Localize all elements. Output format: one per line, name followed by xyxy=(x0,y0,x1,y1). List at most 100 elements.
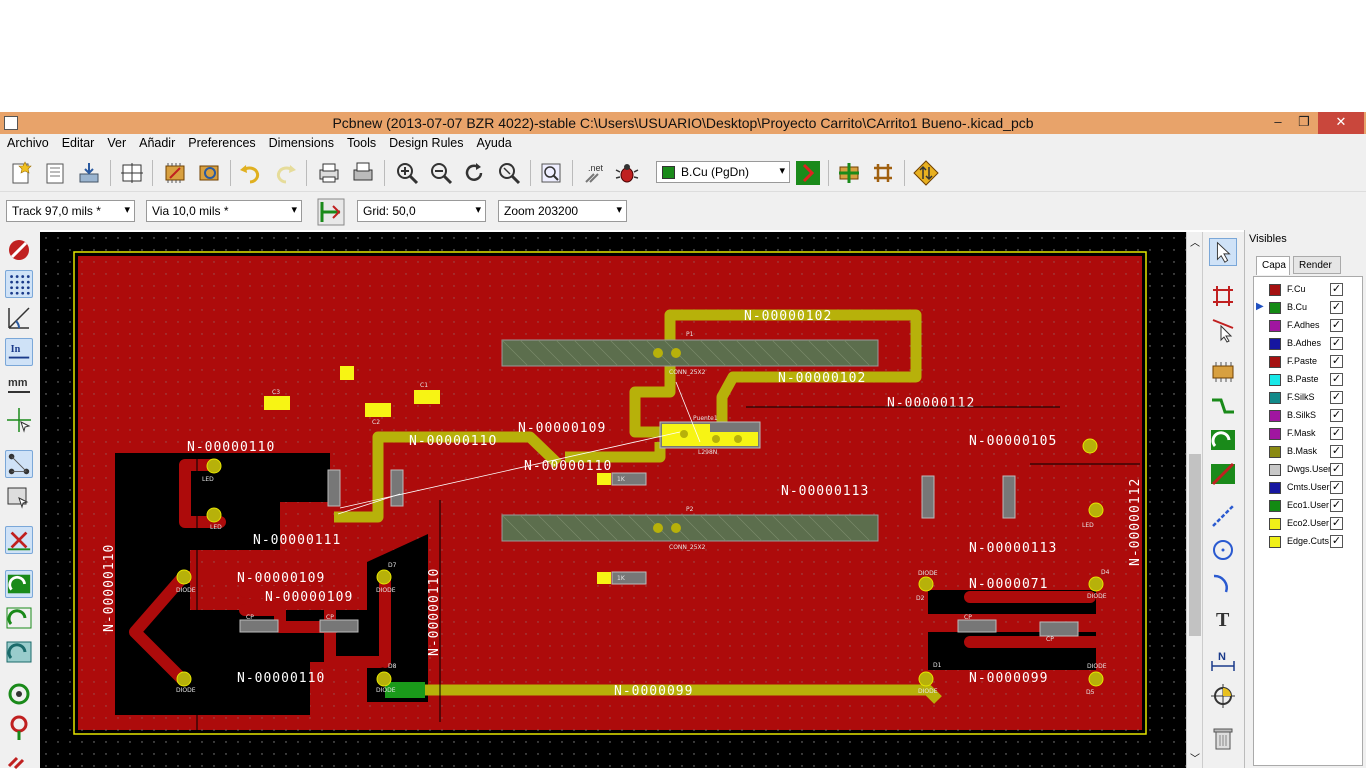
layer-row-fcu[interactable]: F.Cu ✓ xyxy=(1254,281,1362,299)
plot-icon[interactable] xyxy=(350,160,376,186)
undo-icon[interactable] xyxy=(238,160,264,186)
layer-visible-checkbox[interactable]: ✓ xyxy=(1330,409,1343,422)
zoom-fit-icon[interactable] xyxy=(496,160,522,186)
layer-row-bcu[interactable]: ▶ B.Cu ✓ xyxy=(1254,299,1362,317)
inch-units-icon[interactable]: In xyxy=(5,338,33,366)
add-target-icon[interactable] xyxy=(1209,682,1237,710)
pad-c1[interactable] xyxy=(414,390,440,404)
find-icon[interactable] xyxy=(538,160,564,186)
layer-color-swatch[interactable] xyxy=(1269,284,1281,296)
menu-anadir[interactable]: Añadir xyxy=(132,134,181,150)
layer-row-eco2[interactable]: Eco2.User ✓ xyxy=(1254,515,1362,533)
zoom-in-icon[interactable] xyxy=(394,160,420,186)
add-zone-icon[interactable] xyxy=(1209,426,1237,454)
scrollbar-thumb[interactable] xyxy=(1189,454,1201,636)
layer-visible-checkbox[interactable]: ✓ xyxy=(1330,355,1343,368)
menu-tools[interactable]: Tools xyxy=(340,134,382,150)
pad-r2[interactable] xyxy=(597,572,611,584)
connector-p2[interactable] xyxy=(501,514,879,542)
auto-track-width-icon[interactable] xyxy=(317,198,345,226)
local-ratsnest-icon[interactable] xyxy=(1209,316,1237,344)
layer-row-fpaste[interactable]: F.Paste ✓ xyxy=(1254,353,1362,371)
vertical-scrollbar[interactable]: ︿ ﹀ xyxy=(1186,232,1202,768)
autoplace-icon[interactable] xyxy=(836,160,862,186)
scroll-up-icon[interactable]: ︿ xyxy=(1190,234,1200,249)
pad-c2-b[interactable] xyxy=(365,403,391,417)
layer-color-swatch[interactable] xyxy=(1269,392,1281,404)
menu-archivo[interactable]: Archivo xyxy=(0,134,55,150)
layer-color-swatch[interactable] xyxy=(1269,464,1281,476)
layer-row-bmask[interactable]: B.Mask ✓ xyxy=(1254,443,1362,461)
add-arc-icon[interactable] xyxy=(1209,570,1237,598)
layer-row-fsilks[interactable]: F.SilkS ✓ xyxy=(1254,389,1362,407)
layer-row-cmts[interactable]: Cmts.User ✓ xyxy=(1254,479,1362,497)
polar-coords-icon[interactable] xyxy=(5,304,33,332)
pad-c3[interactable] xyxy=(264,396,290,410)
layer-visible-checkbox[interactable]: ✓ xyxy=(1330,481,1343,494)
add-module-icon[interactable] xyxy=(1209,358,1237,386)
layer-pair-icon[interactable] xyxy=(795,160,821,186)
select-arrow-icon[interactable] xyxy=(1209,238,1237,266)
layer-color-swatch[interactable] xyxy=(1269,356,1281,368)
zoom-select[interactable]: Zoom 203200 ▾ xyxy=(498,200,627,222)
page-settings-icon[interactable] xyxy=(119,160,145,186)
tracks-sketch-icon[interactable] xyxy=(5,746,33,774)
layer-row-bsilks[interactable]: B.SilkS ✓ xyxy=(1254,407,1362,425)
menu-ayuda[interactable]: Ayuda xyxy=(470,134,518,150)
redo-icon[interactable] xyxy=(272,160,298,186)
layer-visible-checkbox[interactable]: ✓ xyxy=(1330,373,1343,386)
autoroute-icon[interactable] xyxy=(870,160,896,186)
add-circle-icon[interactable] xyxy=(1209,536,1237,564)
drc-icon[interactable] xyxy=(614,160,640,186)
layer-row-badhes[interactable]: B.Adhes ✓ xyxy=(1254,335,1362,353)
layer-color-swatch[interactable] xyxy=(1269,500,1281,512)
add-keepout-icon[interactable] xyxy=(1209,460,1237,488)
via-size-select[interactable]: Via 10,0 mils * ▾ xyxy=(146,200,302,222)
layer-visible-checkbox[interactable]: ✓ xyxy=(1330,517,1343,530)
layer-row-edge[interactable]: Edge.Cuts ✓ xyxy=(1254,533,1362,551)
highlight-net-icon[interactable] xyxy=(1209,282,1237,310)
layer-color-swatch[interactable] xyxy=(1269,428,1281,440)
layer-color-swatch[interactable] xyxy=(1269,302,1281,314)
add-line-icon[interactable] xyxy=(1209,502,1237,530)
active-layer-select[interactable]: B.Cu (PgDn) ▾ xyxy=(656,161,790,183)
mm-units-icon[interactable]: mm xyxy=(5,372,33,400)
layer-visible-checkbox[interactable]: ✓ xyxy=(1330,535,1343,548)
cursor-shape-icon[interactable] xyxy=(5,406,33,434)
layer-visible-checkbox[interactable]: ✓ xyxy=(1330,283,1343,296)
zoom-out-icon[interactable] xyxy=(428,160,454,186)
layer-row-eco1[interactable]: Eco1.User ✓ xyxy=(1254,497,1362,515)
menu-design-rules[interactable]: Design Rules xyxy=(382,134,469,150)
module-ratsnest-icon[interactable] xyxy=(5,484,33,512)
auto-delete-track-icon[interactable] xyxy=(5,526,33,554)
close-button[interactable]: ✕ xyxy=(1318,112,1364,134)
pcb-drawing[interactable]: N-00000102 N-00000102 N-00000112 N-00000… xyxy=(40,232,1186,768)
open-board-icon[interactable] xyxy=(42,160,68,186)
layer-color-swatch[interactable] xyxy=(1269,446,1281,458)
layer-color-swatch[interactable] xyxy=(1269,374,1281,386)
add-track-icon[interactable] xyxy=(1209,392,1237,420)
module-editor-icon[interactable] xyxy=(162,160,188,186)
zone-sketch-icon[interactable] xyxy=(5,638,33,666)
layer-row-bpaste[interactable]: B.Paste ✓ xyxy=(1254,371,1362,389)
connector-p1[interactable] xyxy=(501,339,879,367)
netlist-icon[interactable]: .net xyxy=(580,160,606,186)
tab-capa[interactable]: Capa xyxy=(1256,256,1290,275)
layer-color-swatch[interactable] xyxy=(1269,410,1281,422)
layer-visible-checkbox[interactable]: ✓ xyxy=(1330,337,1343,350)
layer-color-swatch[interactable] xyxy=(1269,338,1281,350)
pad-r1[interactable] xyxy=(597,473,611,485)
tab-render[interactable]: Render xyxy=(1293,256,1341,274)
new-board-icon[interactable] xyxy=(8,160,34,186)
redraw-icon[interactable] xyxy=(462,160,488,186)
layer-color-swatch[interactable] xyxy=(1269,320,1281,332)
add-text-icon[interactable]: T xyxy=(1209,604,1237,632)
layer-row-dwgs[interactable]: Dwgs.User ✓ xyxy=(1254,461,1362,479)
layer-visible-checkbox[interactable]: ✓ xyxy=(1330,499,1343,512)
layer-visible-checkbox[interactable]: ✓ xyxy=(1330,391,1343,404)
delete-icon[interactable] xyxy=(1209,724,1237,752)
print-icon[interactable] xyxy=(316,160,342,186)
show-microwave-icon[interactable] xyxy=(913,160,939,186)
drc-off-icon[interactable] xyxy=(5,236,33,264)
pcb-canvas[interactable]: N-00000102 N-00000102 N-00000112 N-00000… xyxy=(40,232,1186,768)
